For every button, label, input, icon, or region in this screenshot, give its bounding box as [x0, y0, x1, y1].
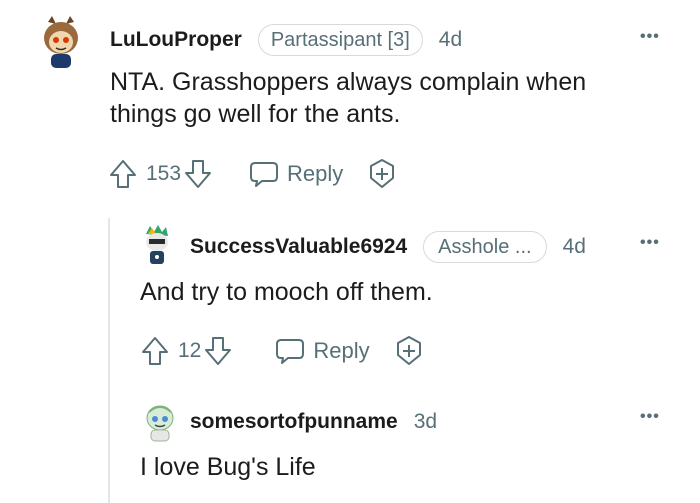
thread-line	[108, 218, 110, 503]
username[interactable]: LuLouProper	[110, 28, 242, 52]
award-icon[interactable]	[365, 157, 399, 191]
downvote-icon[interactable]	[183, 158, 213, 190]
upvote-icon[interactable]	[108, 158, 138, 190]
comment-actions: 153 Reply	[108, 156, 399, 192]
username[interactable]: SuccessValuable6924	[190, 235, 407, 259]
avatar[interactable]	[38, 14, 84, 72]
reply-button[interactable]: Reply	[247, 159, 343, 189]
reply-icon	[276, 339, 305, 364]
comment-age[interactable]: 4d	[563, 235, 586, 259]
avatar[interactable]	[142, 402, 178, 444]
username[interactable]: somesortofpunname	[190, 410, 398, 434]
comment-meta: LuLouProper Partassipant [3] 4d	[110, 24, 462, 56]
comment-body: NTA. Grasshoppers always complain when t…	[110, 68, 587, 128]
more-icon[interactable]: •••	[640, 234, 660, 252]
avatar[interactable]	[140, 224, 174, 268]
comment-actions: 12 Reply	[140, 333, 426, 369]
more-icon[interactable]: •••	[640, 28, 660, 46]
comment-age[interactable]: 3d	[414, 410, 437, 434]
user-flair: Partassipant [3]	[257, 24, 423, 56]
award-icon[interactable]	[392, 334, 426, 368]
upvote-icon[interactable]	[140, 335, 170, 367]
reply-button[interactable]: Reply	[273, 336, 370, 366]
reply-icon	[250, 162, 279, 187]
comment-age[interactable]: 4d	[439, 28, 462, 52]
reply-label: Reply	[313, 338, 370, 363]
comment-body: And try to mooch off them.	[140, 278, 433, 306]
vote-count: 153	[146, 162, 182, 185]
comment-body: I love Bug's Life	[140, 453, 316, 481]
comment-meta: SuccessValuable6924 Asshole ... 4d	[190, 231, 586, 263]
user-flair: Asshole ...	[423, 231, 547, 263]
comment-meta: somesortofpunname 3d	[190, 406, 437, 438]
more-icon[interactable]: •••	[640, 408, 660, 426]
reply-label: Reply	[287, 161, 344, 186]
vote-count: 12	[178, 339, 202, 362]
downvote-icon[interactable]	[203, 335, 233, 367]
